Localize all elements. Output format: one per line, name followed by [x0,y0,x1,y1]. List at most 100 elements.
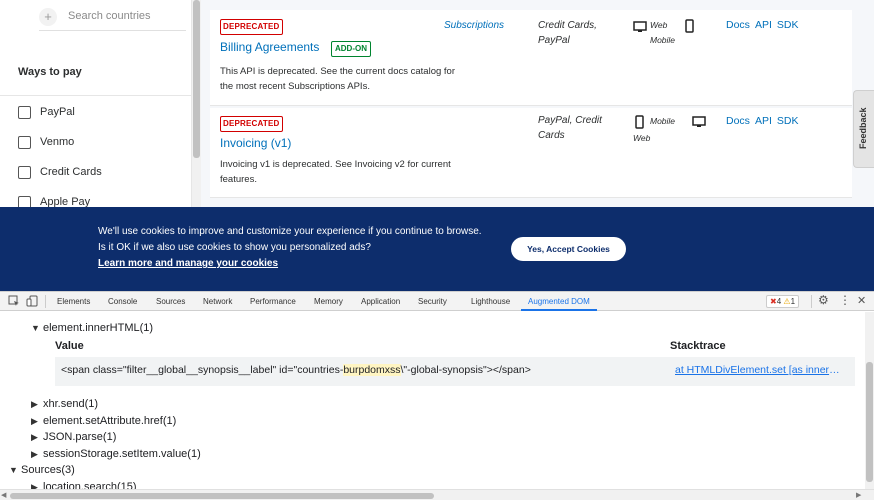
search-countries-input[interactable]: Search countries [68,10,151,22]
error-count: 4 [776,297,782,306]
tab-security[interactable]: Security [418,292,447,311]
devtools-panel: Elements Console Sources Network Perform… [0,291,874,500]
docs-page: + Search countries Ways to pay PayPal Ve… [0,0,874,291]
tab-network[interactable]: Network [203,292,232,311]
api-title-link[interactable]: Billing Agreements [220,40,319,54]
api-links: Docs API SDK [726,115,803,127]
tree-node-xhr-send[interactable]: ▶ xhr.send(1) [31,398,98,410]
vertical-scrollbar[interactable] [865,312,874,489]
tab-augmented-dom[interactable]: Augmented DOM [521,292,597,311]
node-label: Sources(3) [21,464,75,476]
plus-icon[interactable]: + [39,8,57,26]
collapsed-triangle-icon[interactable]: ▶ [31,449,43,460]
expanded-triangle-icon[interactable]: ▼ [9,465,21,475]
stacktrace-column-header: Stacktrace [670,340,726,352]
tab-memory[interactable]: Memory [314,292,343,311]
ways-to-pay-heading: Ways to pay [18,66,82,78]
toolbar-divider [45,295,46,308]
mobile-icon [685,19,694,33]
tree-node-location-search[interactable]: ▶ location.search(15) [31,481,137,489]
docs-link[interactable]: Docs [726,115,750,127]
scroll-right-icon[interactable]: ▶ [856,491,861,499]
expanded-triangle-icon[interactable]: ▼ [31,323,43,333]
deprecated-badge: DEPRECATED [220,19,283,35]
more-options-icon[interactable]: ⋮ [839,293,851,307]
deprecated-badge: DEPRECATED [220,116,283,132]
checkbox[interactable] [18,106,31,119]
tree-node-sessionstorage-setitem[interactable]: ▶ sessionStorage.setItem.value(1) [31,448,201,460]
sdk-link[interactable]: SDK [777,115,799,127]
tab-lighthouse[interactable]: Lighthouse [471,292,510,311]
tab-sources[interactable]: Sources [156,292,185,311]
device-toolbar-icon[interactable] [26,295,38,307]
api-card-invoicing-v1: DEPRECATED Invoicing (v1) Invoicing v1 i… [210,108,852,198]
mobile-icon [635,115,644,129]
value-suffix: \"-global-synopsis"></span> [400,364,531,376]
augmented-dom-tree: ▼ element.innerHTML(1) Value Stacktrace <… [0,312,865,489]
api-description: This API is deprecated. See the current … [220,66,455,92]
tree-node-setattribute-href[interactable]: ▶ element.setAttribute.href(1) [31,415,176,427]
scrollbar-thumb[interactable] [10,493,434,499]
platform-label: Web Mobile [650,20,676,45]
feedback-tab[interactable]: Feedback [853,90,874,168]
use-case-link[interactable]: Subscriptions [444,20,504,31]
warning-count: 1 [790,297,796,306]
horizontal-scrollbar[interactable]: ◀ ▶ [0,489,874,500]
collapsed-triangle-icon[interactable]: ▶ [31,416,43,427]
pay-option-label: Credit Cards [40,166,102,178]
tab-performance[interactable]: Performance [250,292,296,311]
tab-elements[interactable]: Elements [57,292,90,311]
collapsed-triangle-icon[interactable]: ▶ [31,399,43,410]
platform-label-web: Web [633,133,651,143]
docs-link[interactable]: Docs [726,19,750,31]
checkbox[interactable] [18,136,31,149]
scrollbar-thumb[interactable] [193,0,200,158]
collapsed-triangle-icon[interactable]: ▶ [31,482,43,489]
api-link[interactable]: API [755,115,772,127]
pay-option-label: Venmo [40,136,75,148]
checkbox[interactable] [18,166,31,179]
tree-node-innerhtml[interactable]: ▼ element.innerHTML(1) [31,322,153,334]
api-title-link[interactable]: Invoicing (v1) [220,136,291,150]
api-card-billing-agreements: DEPRECATED Billing Agreements ADD-ON Thi… [210,10,852,106]
pay-option-label: PayPal [40,106,75,118]
scrollbar-thumb[interactable] [866,362,873,482]
desktop-icon [633,21,647,32]
accept-cookies-button[interactable]: Yes, Accept Cookies [511,237,626,261]
node-label: location.search(15) [43,481,137,489]
issues-counter[interactable]: ✖4 ⚠1 [766,295,800,308]
collapsed-triangle-icon[interactable]: ▶ [31,432,43,443]
tab-application[interactable]: Application [361,292,400,311]
warning-icon: ⚠ [783,297,791,306]
manage-cookies-link[interactable]: Learn more and manage your cookies [98,258,278,269]
divider [0,95,192,96]
value-column-header: Value [55,340,84,352]
country-search[interactable]: + Search countries [39,5,186,31]
highlighted-payload: burpdomxss [343,364,401,376]
tree-node-sources[interactable]: ▼ Sources(3) [9,464,75,476]
cookie-banner: We'll use cookies to improve and customi… [0,207,874,291]
tree-node-json-parse[interactable]: ▶ JSON.parse(1) [31,431,116,443]
platform-label-mobile: Mobile [650,116,676,126]
addon-badge: ADD-ON [331,41,371,57]
node-label: xhr.send(1) [43,398,99,410]
scroll-left-icon[interactable]: ◀ [1,491,6,499]
toolbar-divider [811,295,812,308]
inspect-element-icon[interactable] [8,295,20,307]
cookie-message: We'll use cookies to improve and customi… [98,226,482,253]
feedback-label: Feedback [858,107,868,149]
desktop-icon [692,116,706,127]
api-link[interactable]: API [755,19,772,31]
value-prefix: <span class="filter__global__synopsis__l… [61,364,344,376]
api-description: Invoicing v1 is deprecated. See Invoicin… [220,159,451,185]
sink-value: <span class="filter__global__synopsis__l… [61,364,531,376]
gear-icon[interactable]: ⚙ [818,293,829,307]
error-icon: ✖ [770,297,777,306]
close-icon[interactable]: ✕ [857,294,866,307]
sdk-link[interactable]: SDK [777,19,799,31]
node-label: element.innerHTML(1) [43,322,154,334]
stacktrace-link[interactable]: at HTMLDivElement.set [as innerHTML] [675,364,847,376]
node-label: sessionStorage.setItem.value(1) [43,448,201,460]
api-links: Docs API SDK [726,19,803,31]
tab-console[interactable]: Console [108,292,137,311]
